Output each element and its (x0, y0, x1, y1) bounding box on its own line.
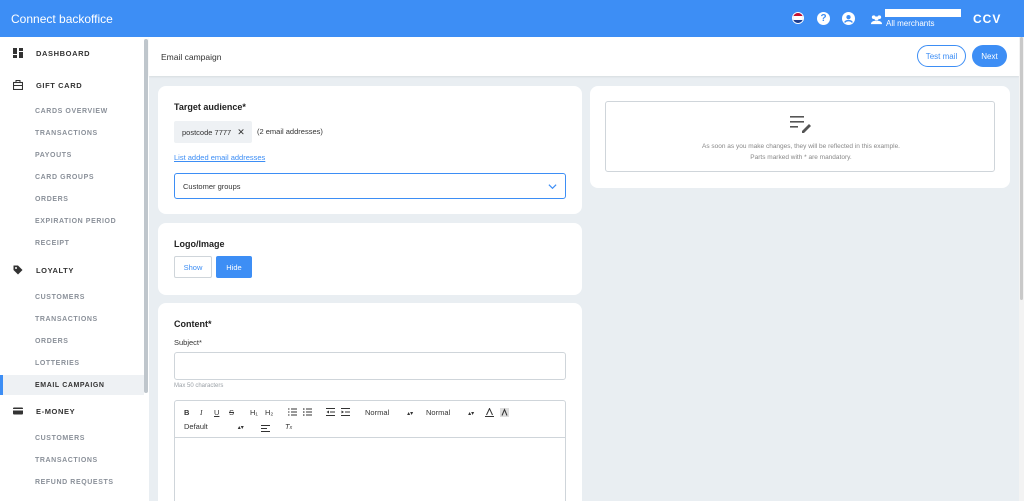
preview-card: As soon as you make changes, they will b… (590, 86, 1010, 188)
strikethrough-button[interactable]: S (229, 408, 234, 417)
subject-input[interactable] (174, 352, 566, 380)
card-icon (13, 407, 23, 415)
next-button[interactable]: Next (972, 45, 1007, 67)
dashboard-icon (13, 48, 23, 58)
font-size-select[interactable]: Normal ▴▾ (365, 408, 413, 417)
sidebar-scrollbar[interactable] (144, 39, 148, 393)
test-mail-button[interactable]: Test mail (917, 45, 966, 67)
hide-logo-button[interactable]: Hide (216, 256, 252, 278)
customer-groups-value: Customer groups (183, 181, 241, 191)
sidebar-section-label: LOYALTY (36, 265, 74, 275)
audience-chip: postcode 7777 ✕ (174, 121, 252, 143)
heading-1-button[interactable]: H₁ (250, 408, 258, 417)
background-color-icon[interactable] (500, 408, 509, 417)
page-header: Email campaign Test mail Next (149, 37, 1019, 76)
target-audience-card: Target audience* postcode 7777 ✕ (2 emai… (158, 86, 582, 214)
app-title[interactable]: Connect backoffice (11, 12, 113, 26)
sidebar-item-refund-requests[interactable]: REFUND REQUESTS (0, 472, 144, 492)
heading-select[interactable]: Normal ▴▾ (426, 408, 474, 417)
sidebar-item-email-campaign[interactable]: EMAIL CAMPAIGN (0, 375, 144, 395)
select-arrows-icon: ▴▾ (468, 411, 475, 417)
subject-hint: Max 50 characters (174, 383, 224, 389)
sidebar-item-loyalty-orders[interactable]: ORDERS (0, 331, 144, 351)
outdent-icon[interactable] (326, 408, 335, 416)
clear-format-icon[interactable]: Tx (285, 422, 292, 431)
font-family-select[interactable]: Default ▴▾ (184, 422, 244, 431)
bullet-list-icon[interactable] (303, 408, 312, 416)
preview-hint-line-2: Parts marked with * are mandatory. (750, 154, 852, 161)
heading-2-button[interactable]: H₂ (265, 408, 273, 417)
content-title: Content* (174, 319, 212, 329)
chevron-down-icon (548, 184, 557, 190)
merchant-name-field[interactable] (885, 9, 961, 17)
content-card: Content* Subject* Max 50 characters B I … (158, 303, 582, 501)
sidebar-item-card-groups[interactable]: CARD GROUPS (0, 167, 144, 187)
content-editor[interactable]: B I U S H₁ H₂ Normal ▴▾ Normal ▴▾ Default ▴… (174, 400, 566, 501)
italic-button[interactable]: I (200, 408, 203, 417)
sidebar-item-emoney-customers[interactable]: CUSTOMERS (0, 428, 144, 448)
sidebar-item-emoney-transactions[interactable]: TRANSACTIONS (0, 450, 144, 470)
sidebar-item-payouts[interactable]: PAYOUTS (0, 145, 144, 165)
page-scrollbar[interactable] (1019, 37, 1024, 501)
sidebar-section-label: E-MONEY (36, 406, 76, 416)
close-icon[interactable]: ✕ (237, 127, 245, 138)
sidebar-section-label: GIFT CARD (36, 80, 83, 90)
editor-toolbar: B I U S H₁ H₂ Normal ▴▾ Normal ▴▾ Default ▴… (175, 401, 565, 438)
logo-image-title: Logo/Image (174, 239, 225, 249)
sidebar-item-gift-orders[interactable]: ORDERS (0, 189, 144, 209)
page-scrollbar-thumb[interactable] (1020, 37, 1023, 300)
indent-icon[interactable] (341, 408, 350, 416)
ccv-logo: CCV (973, 12, 1002, 26)
target-audience-title: Target audience* (174, 102, 246, 112)
customer-groups-select[interactable]: Customer groups (174, 173, 566, 199)
align-icon[interactable] (261, 424, 270, 432)
sidebar-item-cards-overview[interactable]: CARDS OVERVIEW (0, 101, 144, 121)
text-color-icon[interactable] (485, 408, 494, 417)
help-icon[interactable]: ? (817, 12, 830, 25)
audience-count: (2 email addresses) (257, 127, 323, 136)
page-title: Email campaign (161, 52, 222, 62)
preview-hint-line-1: As soon as you make changes, they will b… (702, 143, 900, 150)
sidebar-item-receipt[interactable]: RECEIPT (0, 233, 144, 253)
bold-button[interactable]: B (184, 408, 189, 417)
underline-button[interactable]: U (214, 408, 219, 417)
loyalty-tag-icon (13, 265, 23, 275)
list-email-addresses-link[interactable]: List added email addresses (174, 153, 265, 162)
user-account-icon[interactable] (842, 12, 855, 25)
sidebar-item-loyalty-customers[interactable]: CUSTOMERS (0, 287, 144, 307)
show-logo-button[interactable]: Show (174, 256, 212, 278)
sidebar-item-lotteries[interactable]: LOTTERIES (0, 353, 144, 373)
edit-note-icon (790, 116, 811, 133)
audience-chip-label: postcode 7777 (182, 127, 232, 137)
logo-image-card: Logo/Image Show Hide (158, 223, 582, 295)
sidebar-item-loyalty-transactions[interactable]: TRANSACTIONS (0, 309, 144, 329)
merchants-icon[interactable] (870, 13, 883, 26)
sidebar-section-label: DASHBOARD (36, 48, 91, 58)
sidebar-item-expiration-period[interactable]: EXPIRATION PERIOD (0, 211, 144, 231)
subject-label: Subject* (174, 338, 202, 347)
sidebar-item-gift-transactions[interactable]: TRANSACTIONS (0, 123, 144, 143)
sidebar: DASHBOARD GIFT CARD CARDS OVERVIEW TRANS… (0, 37, 149, 501)
select-arrows-icon: ▴▾ (407, 411, 414, 417)
merchant-selector[interactable]: All merchants (886, 19, 934, 28)
gift-card-icon (13, 80, 23, 90)
language-flag-icon[interactable] (792, 12, 804, 24)
email-preview: As soon as you make changes, they will b… (605, 101, 995, 172)
select-arrows-icon: ▴▾ (237, 425, 244, 431)
ordered-list-icon[interactable] (288, 408, 297, 416)
